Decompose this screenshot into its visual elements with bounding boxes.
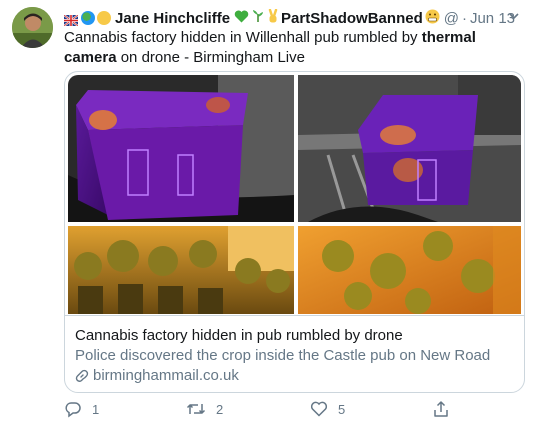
thermal-image-building-left[interactable] (68, 75, 294, 222)
tweet-text: Cannabis factory hidden in Willenhall pu… (64, 28, 524, 68)
share-icon (434, 401, 448, 417)
tweet-actions: 1 2 5 (64, 400, 464, 422)
reply-count: 1 (92, 401, 100, 417)
link-icon (75, 369, 89, 382)
card-meta[interactable]: Cannabis factory hidden in pub rumbled b… (65, 315, 524, 392)
tweet-text-part-1: Cannabis factory hidden in Willenhall pu… (64, 29, 422, 46)
share-button[interactable] (432, 400, 460, 418)
victory-hand-icon (267, 8, 279, 27)
like-button[interactable]: 5 (310, 400, 345, 418)
avatar[interactable] (12, 7, 53, 48)
globe-icon (81, 11, 95, 25)
tweet-header: Jane Hinchcliffe PartShadowBanned @ · Ju… (63, 8, 521, 28)
thermal-image-building-right[interactable] (298, 75, 521, 222)
chevron-down-icon[interactable] (507, 9, 521, 27)
reply-icon (65, 402, 81, 418)
uk-flag-icon (63, 13, 79, 27)
separator-dot: · (461, 9, 467, 27)
grimacing-face-icon (425, 9, 440, 28)
heart-icon (310, 401, 328, 417)
card-domain-text: birminghammail.co.uk (93, 367, 239, 384)
display-name-suffix[interactable]: PartShadowBanned (281, 10, 423, 27)
card-image-grid[interactable] (65, 72, 524, 314)
card-description: Police discovered the crop inside the Ca… (75, 347, 491, 364)
user-handle[interactable]: @ (444, 10, 459, 27)
retweet-icon (186, 404, 206, 414)
card-title[interactable]: Cannabis factory hidden in pub rumbled b… (75, 326, 514, 346)
tweet-text-part-2: on drone - Birmingham Live (116, 49, 305, 66)
display-name[interactable]: Jane Hinchcliffe (115, 10, 230, 27)
card-domain[interactable]: birminghammail.co.uk (75, 366, 514, 386)
cannabis-plants-image-right[interactable] (298, 226, 521, 314)
green-heart-icon (234, 10, 249, 27)
tweet: Jane Hinchcliffe PartShadowBanned @ · Ju… (0, 0, 533, 430)
wave-hand-icon (97, 11, 111, 25)
retweet-button[interactable]: 2 (186, 400, 223, 418)
cannabis-plants-image-left[interactable] (68, 226, 294, 314)
reply-button[interactable]: 1 (64, 400, 99, 418)
plant-icon (251, 9, 265, 27)
like-count: 5 (338, 401, 346, 417)
link-card[interactable]: Cannabis factory hidden in pub rumbled b… (64, 71, 525, 393)
retweet-count: 2 (216, 401, 224, 417)
